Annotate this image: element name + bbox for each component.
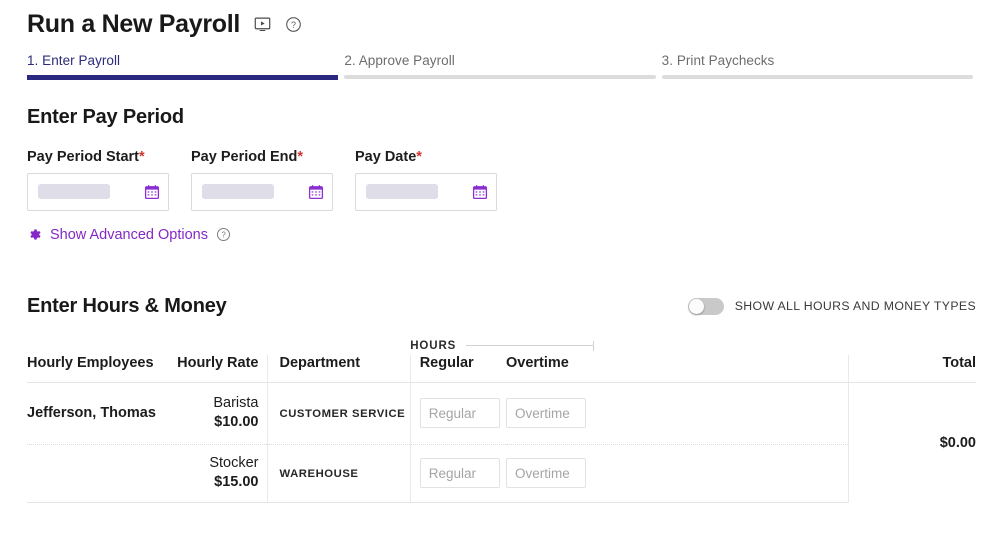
spacer-cell [176,340,267,355]
pay-period-start-input[interactable] [27,172,169,211]
label-text: Pay Date [355,148,417,165]
pay-period-heading: Enter Pay Period [27,105,184,128]
column-header-hourly-employees[interactable]: Hourly Employees [27,354,177,383]
department-cell: CUSTOMER SERVICE [266,382,411,445]
enter-pay-period-section: Enter Pay Period Pay Period Start* Pay P… [0,80,1000,243]
hourly-rate-cell: Barista $10.00 [176,382,267,445]
svg-text:?: ? [221,231,226,240]
calendar-icon[interactable] [308,184,324,200]
show-all-types-toggle-group[interactable]: SHOW ALL HOURS AND MONEY TYPES [687,297,976,315]
hours-group-label: HOURS [410,339,457,352]
total-cell: $0.00 [848,382,976,503]
enter-hours-money-section: Enter Hours & Money SHOW ALL HOURS AND M… [0,243,1000,503]
page-header: Run a New Payroll ? [0,0,1000,39]
pay-date-group: Pay Date* [355,149,497,211]
step-label: 1. Enter Payroll [27,52,121,68]
show-advanced-options-link[interactable]: Show Advanced Options [50,227,208,243]
step-label: 3. Print Paychecks [661,52,775,68]
regular-hours-cell [409,444,506,503]
table-row: Jefferson, Thomas Barista $10.00 CUSTOME… [27,382,976,503]
step-label: 2. Approve Payroll [344,52,455,68]
column-header-hourly-rate[interactable]: Hourly Rate [176,354,267,383]
step-bar [344,74,656,79]
required-marker: * [297,148,304,165]
overtime-hours-input[interactable] [506,398,586,429]
spacer-cell [27,340,176,355]
payroll-header-row: Hourly Employees Hourly Rate Department … [27,354,976,383]
department-cell: WAREHOUSE [266,444,411,503]
regular-hours-input[interactable] [419,458,500,489]
step-bar [27,74,339,80]
rate-amount: $10.00 [214,414,259,431]
column-header-overtime[interactable]: Overtime [506,354,849,383]
step-print-paychecks[interactable]: 3. Print Paychecks [661,52,973,80]
table-row: Stocker $15.00 WAREHOUSE [27,444,976,503]
label-text: Pay Period Start [27,148,140,165]
step-enter-payroll[interactable]: 1. Enter Payroll [27,52,339,80]
regular-hours-input[interactable] [419,398,500,429]
required-marker: * [416,148,422,165]
progress-stepper: 1. Enter Payroll 2. Approve Payroll 3. P… [0,53,1000,80]
pay-period-end-label: Pay Period End* [191,149,333,165]
column-header-total[interactable]: Total [848,354,976,383]
overtime-hours-cell [506,444,849,503]
job-title: Barista [213,395,259,412]
employee-name-cell: Jefferson, Thomas [27,382,177,445]
payroll-table: HOURS Hourly Employees Hourly Rate Depar… [27,340,976,503]
pay-period-start-label: Pay Period Start* [27,149,169,165]
payroll-table-body: Jefferson, Thomas Barista $10.00 CUSTOME… [27,382,976,503]
hours-money-heading: Enter Hours & Money [27,294,227,317]
gear-icon [30,229,41,240]
label-text: Pay Period End [191,148,298,165]
calendar-icon[interactable] [144,184,160,200]
toggle-knob [688,298,704,314]
hours-money-header: Enter Hours & Money SHOW ALL HOURS AND M… [27,295,976,318]
pay-date-label: Pay Date* [355,149,497,165]
show-advanced-options-row[interactable]: Show Advanced Options ? [27,227,973,243]
show-all-types-label: SHOW ALL HOURS AND MONEY TYPES [734,299,976,314]
calendar-icon[interactable] [472,184,488,200]
hours-group-cell: HOURS [410,340,849,355]
job-title: Stocker [209,455,259,472]
required-marker: * [139,148,145,165]
video-tutorial-icon[interactable] [254,16,271,33]
pay-period-end-group: Pay Period End* [191,149,333,211]
svg-text:?: ? [291,20,296,30]
payroll-table-wrapper: HOURS Hourly Employees Hourly Rate Depar… [27,340,976,503]
page-title: Run a New Payroll [27,10,241,38]
show-all-types-toggle[interactable] [687,297,724,315]
rate-amount: $15.00 [214,474,259,491]
overtime-hours-input[interactable] [506,458,586,489]
department-label: WAREHOUSE [279,468,359,481]
help-circle-icon[interactable]: ? [285,16,302,33]
department-label: CUSTOMER SERVICE [279,408,406,421]
loading-skeleton [202,184,274,200]
pay-period-end-input[interactable] [191,172,333,211]
spacer-cell [849,340,976,355]
hourly-rate-cell: Stocker $15.00 [176,444,267,503]
hours-group-rule [466,341,595,352]
pay-period-start-group: Pay Period Start* [27,149,169,211]
step-bar [661,74,973,79]
pay-date-input[interactable] [355,172,497,211]
column-header-department[interactable]: Department [266,354,411,383]
regular-hours-cell [409,382,506,445]
step-approve-payroll[interactable]: 2. Approve Payroll [344,52,656,80]
loading-skeleton [366,184,438,200]
loading-skeleton [38,184,110,200]
overtime-hours-cell [506,382,849,445]
hours-group-header-row: HOURS [27,340,976,355]
employee-name-cell [27,444,177,503]
help-circle-icon[interactable]: ? [216,227,231,242]
pay-period-fields: Pay Period Start* Pay Period End* Pay Da… [27,149,973,211]
spacer-cell [267,340,410,355]
payroll-table-head: HOURS Hourly Employees Hourly Rate Depar… [27,340,976,383]
column-header-regular[interactable]: Regular [409,354,506,383]
